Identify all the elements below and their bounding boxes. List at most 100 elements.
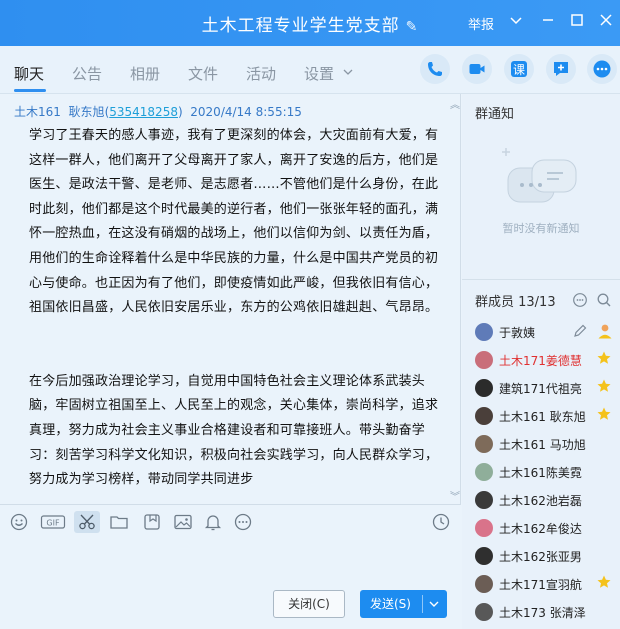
tab-bar: 聊天 公告 相册 文件 活动 设置 课 bbox=[0, 46, 620, 94]
avatar[interactable] bbox=[475, 491, 493, 509]
member-name: 土木171姜德慧 bbox=[499, 354, 582, 368]
member-row[interactable]: 于敦姨 bbox=[475, 322, 620, 344]
lesson-label: 课 bbox=[513, 63, 526, 77]
member-row[interactable]: 土木171姜德慧 bbox=[475, 350, 620, 372]
member-name: 土木162牟俊达 bbox=[499, 522, 582, 536]
scroll-down-icon[interactable]: ︾ bbox=[450, 488, 460, 503]
close-icon[interactable] bbox=[596, 12, 616, 32]
avatar[interactable] bbox=[475, 519, 493, 537]
tab-activity[interactable]: 活动 bbox=[246, 63, 276, 84]
send-options-chevron-icon[interactable] bbox=[428, 590, 440, 629]
edit-icon[interactable] bbox=[572, 323, 588, 342]
message-body: 学习了王春天的感人事迹，我有了更深刻的体会，大灾面前有大爱，有这样一群人，他们离… bbox=[29, 124, 449, 493]
tab-chat[interactable]: 聊天 bbox=[14, 63, 44, 84]
edit-title-icon[interactable]: ✎ bbox=[406, 19, 419, 35]
member-row[interactable]: 建筑171代祖亮 bbox=[475, 378, 620, 400]
add-message-button[interactable] bbox=[546, 54, 576, 84]
message-timestamp: 2020/4/14 8:55:15 bbox=[190, 105, 302, 119]
member-name: 土木173 张清泽 bbox=[499, 606, 586, 620]
admin-star-icon bbox=[596, 574, 612, 593]
sticker-icon[interactable] bbox=[141, 511, 163, 533]
empty-notice-icon bbox=[492, 138, 588, 222]
member-name: 土木161 耿东旭 bbox=[499, 410, 586, 424]
members-divider bbox=[462, 279, 620, 280]
chat-area[interactable]: 土木161 耿东旭(535418258) 2020/4/14 8:55:15 学… bbox=[0, 94, 461, 504]
owner-icon bbox=[596, 322, 614, 343]
emoji-icon[interactable] bbox=[8, 511, 30, 533]
clock-icon[interactable] bbox=[430, 511, 452, 533]
video-call-button[interactable] bbox=[462, 54, 492, 84]
phone-icon bbox=[428, 62, 442, 76]
member-name: 于敦姨 bbox=[499, 326, 536, 340]
send-button[interactable]: 发送(S) bbox=[360, 590, 447, 618]
sender-qq-link[interactable]: 535418258 bbox=[109, 105, 178, 119]
svg-text:GIF: GIF bbox=[46, 519, 60, 528]
avatar[interactable] bbox=[475, 323, 493, 341]
lesson-button[interactable]: 课 bbox=[504, 54, 534, 84]
chevron-down-icon[interactable] bbox=[343, 66, 353, 81]
message-header: 土木161 耿东旭(535418258) 2020/4/14 8:55:15 bbox=[14, 105, 302, 119]
member-name: 土木171宣羽航 bbox=[499, 578, 582, 592]
member-row[interactable]: 土木161陈美霓 bbox=[475, 462, 620, 484]
avatar[interactable] bbox=[475, 603, 493, 621]
member-name: 土木162池岩磊 bbox=[499, 494, 582, 508]
sender-group: 土木161 bbox=[14, 105, 61, 119]
message-paragraph: 学习了王春天的感人事迹，我有了更深刻的体会，大灾面前有大爱，有这样一群人，他们离… bbox=[29, 128, 439, 316]
member-row[interactable]: 土木173 张清泽 bbox=[475, 602, 620, 624]
avatar[interactable] bbox=[475, 379, 493, 397]
member-row[interactable]: 土木162牟俊达 bbox=[475, 518, 620, 540]
search-icon[interactable] bbox=[596, 292, 612, 312]
gif-icon[interactable]: GIF bbox=[40, 511, 66, 533]
active-tab-indicator bbox=[14, 89, 46, 92]
phone-button[interactable] bbox=[420, 54, 450, 84]
notice-title[interactable]: 群通知 bbox=[475, 103, 514, 122]
member-search-chat-icon[interactable] bbox=[572, 292, 588, 312]
tab-settings[interactable]: 设置 bbox=[304, 63, 334, 84]
bell-icon[interactable] bbox=[202, 511, 224, 533]
more-button[interactable] bbox=[587, 54, 617, 84]
send-divider bbox=[422, 595, 423, 613]
image-icon[interactable] bbox=[172, 511, 194, 533]
report-button[interactable]: 举报 bbox=[468, 14, 494, 33]
tab-announcement[interactable]: 公告 bbox=[72, 63, 102, 84]
tab-album[interactable]: 相册 bbox=[130, 63, 160, 84]
window-title: 土木工程专业学生党支部 ✎ bbox=[0, 11, 620, 36]
avatar[interactable] bbox=[475, 407, 493, 425]
admin-star-icon bbox=[596, 406, 612, 425]
member-name: 土木162张亚男 bbox=[499, 550, 582, 564]
more-circle-icon[interactable] bbox=[232, 511, 254, 533]
maximize-icon[interactable] bbox=[567, 12, 587, 32]
title-bar: 土木工程专业学生党支部 ✎ 举报 bbox=[0, 0, 620, 46]
member-row[interactable]: 土木171宣羽航 bbox=[475, 574, 620, 596]
chevron-down-icon[interactable] bbox=[506, 12, 526, 32]
member-row[interactable]: 土木161 马功旭 bbox=[475, 434, 620, 456]
sender-name[interactable]: 耿东旭 bbox=[69, 105, 105, 119]
minimize-icon[interactable] bbox=[538, 12, 558, 32]
members-title[interactable]: 群成员 13/13 bbox=[475, 291, 556, 310]
group-name: 土木工程专业学生党支部 bbox=[201, 16, 400, 36]
input-toolbar: GIF bbox=[0, 504, 461, 538]
scissors-icon[interactable] bbox=[74, 511, 100, 533]
avatar[interactable] bbox=[475, 435, 493, 453]
avatar[interactable] bbox=[475, 463, 493, 481]
avatar[interactable] bbox=[475, 351, 493, 369]
member-row[interactable]: 土木162池岩磊 bbox=[475, 490, 620, 512]
avatar[interactable] bbox=[475, 547, 493, 565]
message-input[interactable]: 关闭(C) 发送(S) bbox=[0, 538, 461, 629]
member-name: 土木161陈美霓 bbox=[499, 466, 582, 480]
avatar[interactable] bbox=[475, 575, 493, 593]
tab-files[interactable]: 文件 bbox=[188, 63, 218, 84]
scroll-up-icon[interactable]: ︽ bbox=[450, 96, 460, 111]
admin-star-icon bbox=[596, 350, 612, 369]
side-panel: 群通知 暂时没有新通知 群成员 13/13 于敦姨土木171姜德慧 建筑171代祖… bbox=[462, 94, 620, 629]
send-label: 发送(S) bbox=[370, 597, 411, 611]
video-icon bbox=[469, 64, 485, 74]
empty-notice-text: 暂时没有新通知 bbox=[502, 222, 580, 235]
folder-icon[interactable] bbox=[108, 511, 130, 533]
message-paragraph: 在今后加强政治理论学习，自觉用中国特色社会主义理论体系武装头脑，牢固树立祖国至上… bbox=[29, 373, 439, 488]
admin-star-icon bbox=[596, 378, 612, 397]
member-row[interactable]: 土木162张亚男 bbox=[475, 546, 620, 568]
member-row[interactable]: 土木161 耿东旭 bbox=[475, 406, 620, 428]
close-button[interactable]: 关闭(C) bbox=[273, 590, 345, 618]
member-name: 建筑171代祖亮 bbox=[499, 382, 582, 396]
